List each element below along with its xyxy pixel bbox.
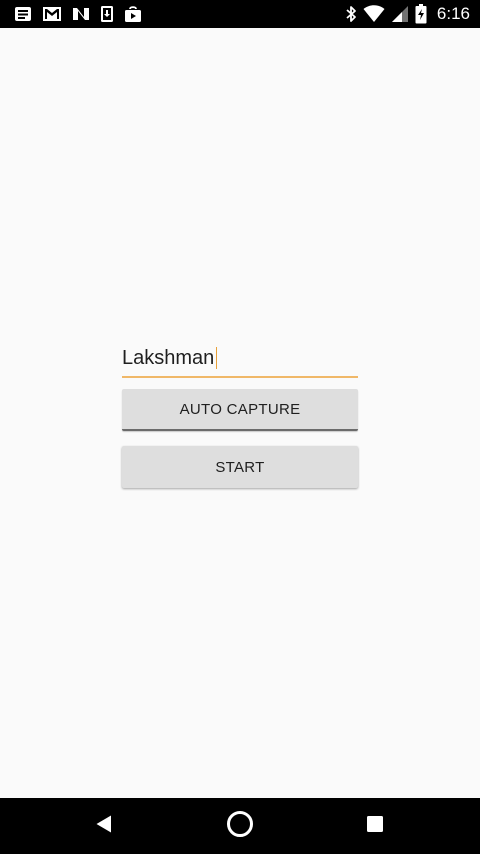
gmail-icon [42,6,62,22]
notes-icon [14,6,32,22]
name-input-value: Lakshman [122,347,215,369]
bluetooth-icon [345,5,357,23]
wifi-icon [363,5,385,23]
n-app-icon [72,6,90,22]
auto-capture-button[interactable]: AUTO CAPTURE [122,389,358,431]
navigation-bar [0,798,480,854]
battery-charging-icon [415,4,427,24]
start-button[interactable]: START [122,446,358,488]
back-button[interactable] [74,798,134,854]
status-time: 6:16 [436,4,470,23]
status-bar: 6:16 [0,0,480,28]
text-cursor [216,347,218,369]
signal-icon [391,5,409,23]
name-input[interactable]: Lakshman [122,342,358,378]
back-icon [94,814,114,839]
home-button[interactable] [210,798,270,854]
recent-apps-button[interactable] [345,798,405,854]
recent-apps-icon [366,815,384,838]
play-store-icon [124,5,142,23]
notification-icons [14,5,142,23]
home-icon [226,810,254,843]
screen: 6:16 Lakshman AUTO CAPTURE START [0,0,480,854]
download-icon [100,5,114,23]
main-content: Lakshman AUTO CAPTURE START [0,28,480,798]
system-icons: 6:16 [345,4,470,24]
